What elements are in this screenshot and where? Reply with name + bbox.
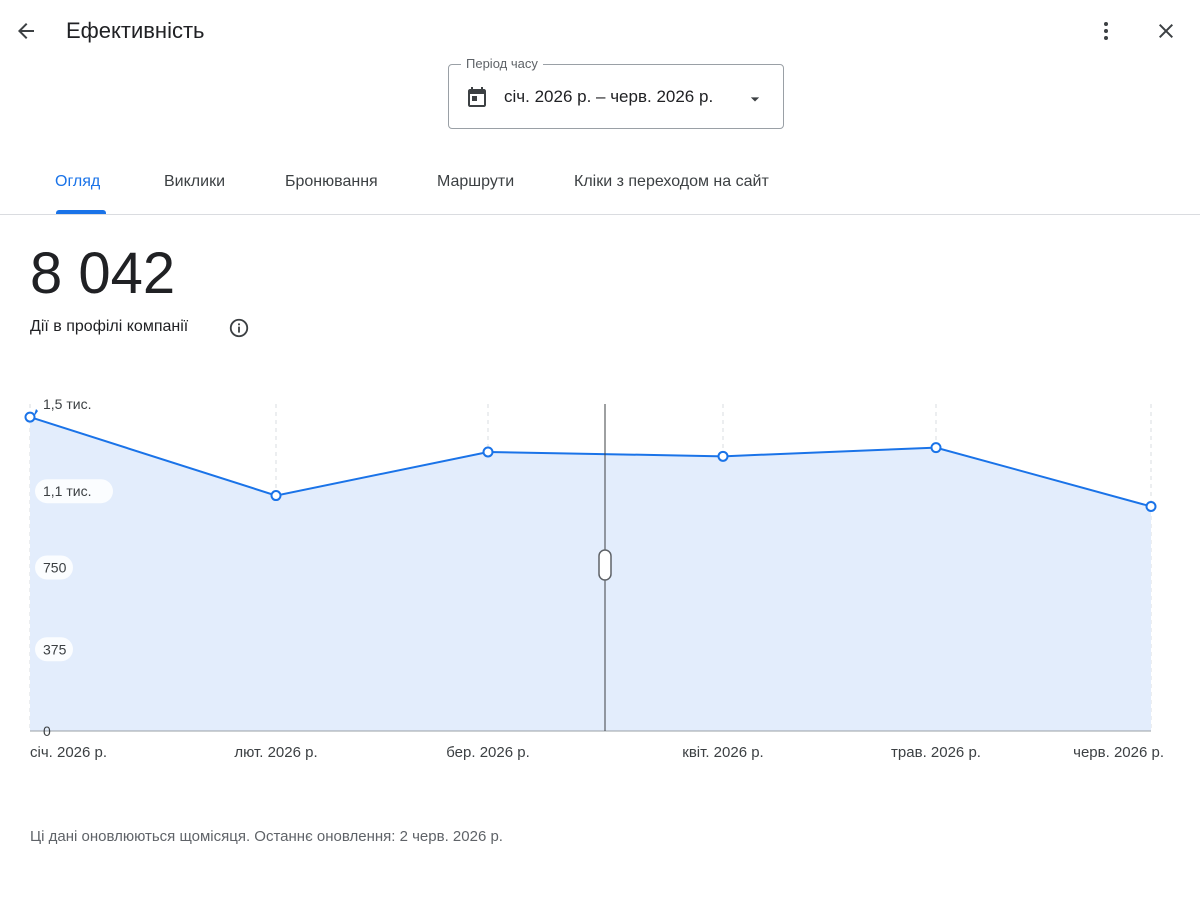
close-icon	[1159, 24, 1173, 38]
more-options-button[interactable]	[1086, 11, 1126, 51]
x-tick-label: трав. 2026 р.	[891, 744, 981, 761]
info-icon[interactable]	[228, 317, 250, 339]
x-tick-label: лют. 2026 р.	[234, 744, 317, 761]
total-actions-value: 8 042	[30, 241, 176, 306]
page-title: Ефективність	[66, 18, 205, 43]
back-button[interactable]	[6, 11, 46, 51]
update-note: Ці дані оновлюються щомісяця. Останнє он…	[30, 828, 503, 845]
data-point	[930, 442, 942, 454]
x-tick-label: квіт. 2026 р.	[682, 744, 763, 761]
tab-calls[interactable]: Виклики	[164, 150, 225, 214]
metric-label: Дії в профілі компанії	[30, 318, 189, 335]
x-tick-label: січ. 2026 р.	[30, 744, 107, 761]
arrow-drop-down-icon	[750, 97, 760, 102]
tab-directions[interactable]: Маршрути	[437, 150, 514, 214]
time-period-value: січ. 2026 р. – черв. 2026 р.	[504, 87, 714, 106]
arrow-back-icon	[18, 23, 34, 39]
tab-website-clicks[interactable]: Кліки з переходом на сайт	[574, 150, 769, 214]
data-point	[24, 411, 36, 423]
y-tick-label: 0	[43, 723, 51, 739]
performance-chart[interactable]: 0 375 750 1,1 тис. 1,5 тис. січ. 2026 р. лют. …	[0, 380, 1200, 780]
top-app-bar: Ефективність	[0, 0, 1200, 64]
calendar-icon	[468, 87, 486, 107]
tab-overview[interactable]: Огляд	[55, 150, 100, 214]
time-period-label: Період часу	[461, 56, 543, 71]
y-tick-label: 750	[43, 560, 67, 576]
tab-bookings[interactable]: Бронювання	[285, 150, 378, 214]
data-point	[270, 490, 282, 502]
y-tick-label: 375	[43, 641, 67, 657]
cursor-drag-handle[interactable]	[598, 549, 612, 581]
tab-bar: Огляд Виклики Бронювання Маршрути Кліки …	[0, 150, 1200, 215]
y-tick-label: 1,1 тис.	[43, 483, 91, 499]
y-tick-label: 1,5 тис.	[43, 396, 91, 412]
area-fill	[30, 417, 1151, 731]
data-point	[482, 446, 494, 458]
data-point	[1145, 500, 1157, 512]
x-tick-label: черв. 2026 р.	[1073, 744, 1164, 761]
time-period-select[interactable]: Період часу січ. 2026 р. – черв. 2026 р.	[448, 56, 784, 129]
close-button[interactable]	[1146, 11, 1186, 51]
more-vert-icon	[1104, 22, 1108, 40]
x-tick-label: бер. 2026 р.	[446, 744, 530, 761]
active-tab-indicator	[56, 210, 106, 214]
data-point	[717, 450, 729, 462]
